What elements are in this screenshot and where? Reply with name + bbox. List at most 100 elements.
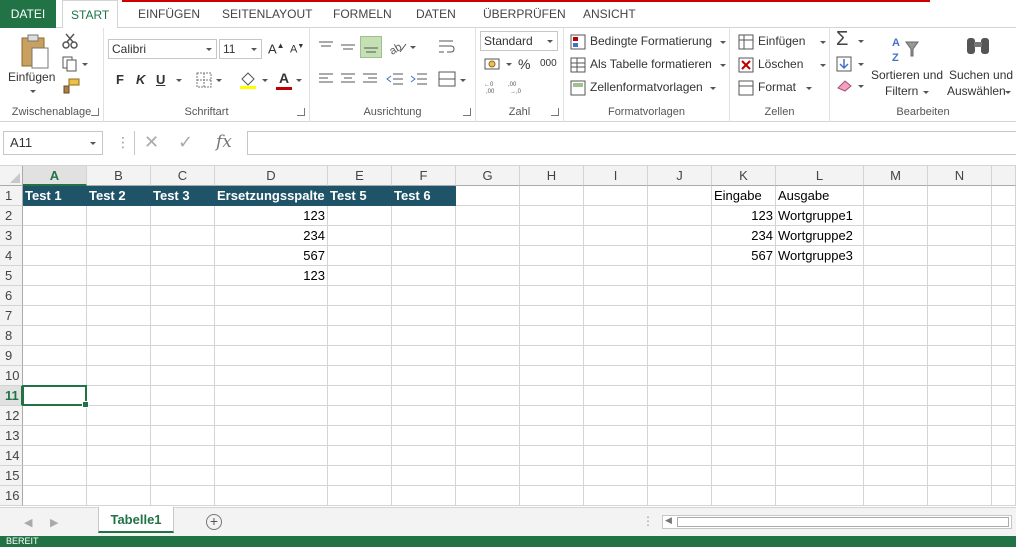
orientation-icon[interactable]: ab xyxy=(388,38,408,56)
cell-m8[interactable] xyxy=(864,326,928,346)
row-header-9[interactable]: 9 xyxy=(0,346,23,366)
cell-h10[interactable] xyxy=(520,366,584,386)
column-header-c[interactable]: C xyxy=(151,166,215,186)
cell-m2[interactable] xyxy=(864,206,928,226)
cell-d5[interactable]: 123 xyxy=(215,266,328,286)
decrease-indent-icon[interactable] xyxy=(386,72,404,86)
merge-dropdown-icon[interactable] xyxy=(460,79,466,82)
cell-g16[interactable] xyxy=(456,486,520,506)
bold-button[interactable]: F xyxy=(116,72,124,87)
cell-c3[interactable] xyxy=(151,226,215,246)
cell-h12[interactable] xyxy=(520,406,584,426)
cell-i2[interactable] xyxy=(584,206,648,226)
sheet-prev-icon[interactable]: ◀ xyxy=(24,516,32,529)
name-box[interactable]: A11 xyxy=(3,131,103,155)
cell-b2[interactable] xyxy=(87,206,151,226)
fill-icon[interactable] xyxy=(836,56,852,72)
column-header-l[interactable]: L xyxy=(776,166,864,186)
cell-g6[interactable] xyxy=(456,286,520,306)
cell-f15[interactable] xyxy=(392,466,456,486)
cell-n3[interactable] xyxy=(928,226,992,246)
cell-k13[interactable] xyxy=(712,426,776,446)
cell-d14[interactable] xyxy=(215,446,328,466)
cell-styles-button[interactable]: Zellenformatvorlagen xyxy=(570,78,730,98)
cell-j3[interactable] xyxy=(648,226,712,246)
cell-f4[interactable] xyxy=(392,246,456,266)
cell-m3[interactable] xyxy=(864,226,928,246)
cell-b1[interactable]: Test 2 xyxy=(87,186,151,206)
increase-indent-icon[interactable] xyxy=(410,72,428,86)
cell-f2[interactable] xyxy=(392,206,456,226)
cell-c7[interactable] xyxy=(151,306,215,326)
cell-d7[interactable] xyxy=(215,306,328,326)
cell-k10[interactable] xyxy=(712,366,776,386)
cell-k2[interactable]: 123 xyxy=(712,206,776,226)
cell-l4[interactable]: Wortgruppe3 xyxy=(776,246,864,266)
currency-icon[interactable] xyxy=(484,56,502,72)
cell-h1[interactable] xyxy=(520,186,584,206)
row-header-7[interactable]: 7 xyxy=(0,306,23,326)
cell-a16[interactable] xyxy=(23,486,87,506)
cell-h9[interactable] xyxy=(520,346,584,366)
cell-e1[interactable]: Test 5 xyxy=(328,186,392,206)
cell-c5[interactable] xyxy=(151,266,215,286)
cell-g13[interactable] xyxy=(456,426,520,446)
cell-a1[interactable]: Test 1 xyxy=(23,186,87,206)
cell-i13[interactable] xyxy=(584,426,648,446)
row-header-16[interactable]: 16 xyxy=(0,486,23,506)
borders-icon[interactable] xyxy=(196,72,212,88)
cell-a5[interactable] xyxy=(23,266,87,286)
cell-c1[interactable]: Test 3 xyxy=(151,186,215,206)
cell-i5[interactable] xyxy=(584,266,648,286)
cell-i9[interactable] xyxy=(584,346,648,366)
cell-k11[interactable] xyxy=(712,386,776,406)
increase-decimal-icon[interactable]: ←0,00 xyxy=(484,80,502,94)
cell-g14[interactable] xyxy=(456,446,520,466)
cell-b15[interactable] xyxy=(87,466,151,486)
row-header-11[interactable]: 11 xyxy=(0,386,23,406)
cell-h11[interactable] xyxy=(520,386,584,406)
cell-d1[interactable]: Ersetzungsspalte xyxy=(215,186,328,206)
cell-a13[interactable] xyxy=(23,426,87,446)
tab-page-layout[interactable]: SEITENLAYOUT xyxy=(214,0,320,28)
align-top-icon[interactable] xyxy=(318,40,334,54)
cell-j4[interactable] xyxy=(648,246,712,266)
font-launcher-icon[interactable] xyxy=(297,108,305,116)
cell-n9[interactable] xyxy=(928,346,992,366)
cell-b11[interactable] xyxy=(87,386,151,406)
cell-e4[interactable] xyxy=(328,246,392,266)
cell-e14[interactable] xyxy=(328,446,392,466)
cell-d2[interactable]: 123 xyxy=(215,206,328,226)
cell-h15[interactable] xyxy=(520,466,584,486)
alignment-launcher-icon[interactable] xyxy=(463,108,471,116)
cell-k4[interactable]: 567 xyxy=(712,246,776,266)
formula-bar-handle-icon[interactable]: ⋮ xyxy=(116,134,130,151)
cell-f3[interactable] xyxy=(392,226,456,246)
cell-a9[interactable] xyxy=(23,346,87,366)
sheet-next-icon[interactable]: ▶ xyxy=(50,516,58,529)
sheet-tab-tabelle1[interactable]: Tabelle1 xyxy=(98,507,174,533)
cell-f6[interactable] xyxy=(392,286,456,306)
cell-i4[interactable] xyxy=(584,246,648,266)
format-cells-button[interactable]: Format xyxy=(738,78,828,98)
cell-c8[interactable] xyxy=(151,326,215,346)
underline-button[interactable]: U xyxy=(156,72,165,87)
cell-m10[interactable] xyxy=(864,366,928,386)
cell-g12[interactable] xyxy=(456,406,520,426)
cell-d6[interactable] xyxy=(215,286,328,306)
cell-c14[interactable] xyxy=(151,446,215,466)
cell-g5[interactable] xyxy=(456,266,520,286)
cell-d15[interactable] xyxy=(215,466,328,486)
cell-b9[interactable] xyxy=(87,346,151,366)
cell-h6[interactable] xyxy=(520,286,584,306)
cell-g4[interactable] xyxy=(456,246,520,266)
cell-g1[interactable] xyxy=(456,186,520,206)
fill-dropdown-icon[interactable] xyxy=(858,63,864,66)
scroll-left-icon[interactable]: ◀ xyxy=(665,515,672,526)
cell-i10[interactable] xyxy=(584,366,648,386)
cell-i8[interactable] xyxy=(584,326,648,346)
cell-h8[interactable] xyxy=(520,326,584,346)
row-header-8[interactable]: 8 xyxy=(0,326,23,346)
cell-e3[interactable] xyxy=(328,226,392,246)
cell-b13[interactable] xyxy=(87,426,151,446)
